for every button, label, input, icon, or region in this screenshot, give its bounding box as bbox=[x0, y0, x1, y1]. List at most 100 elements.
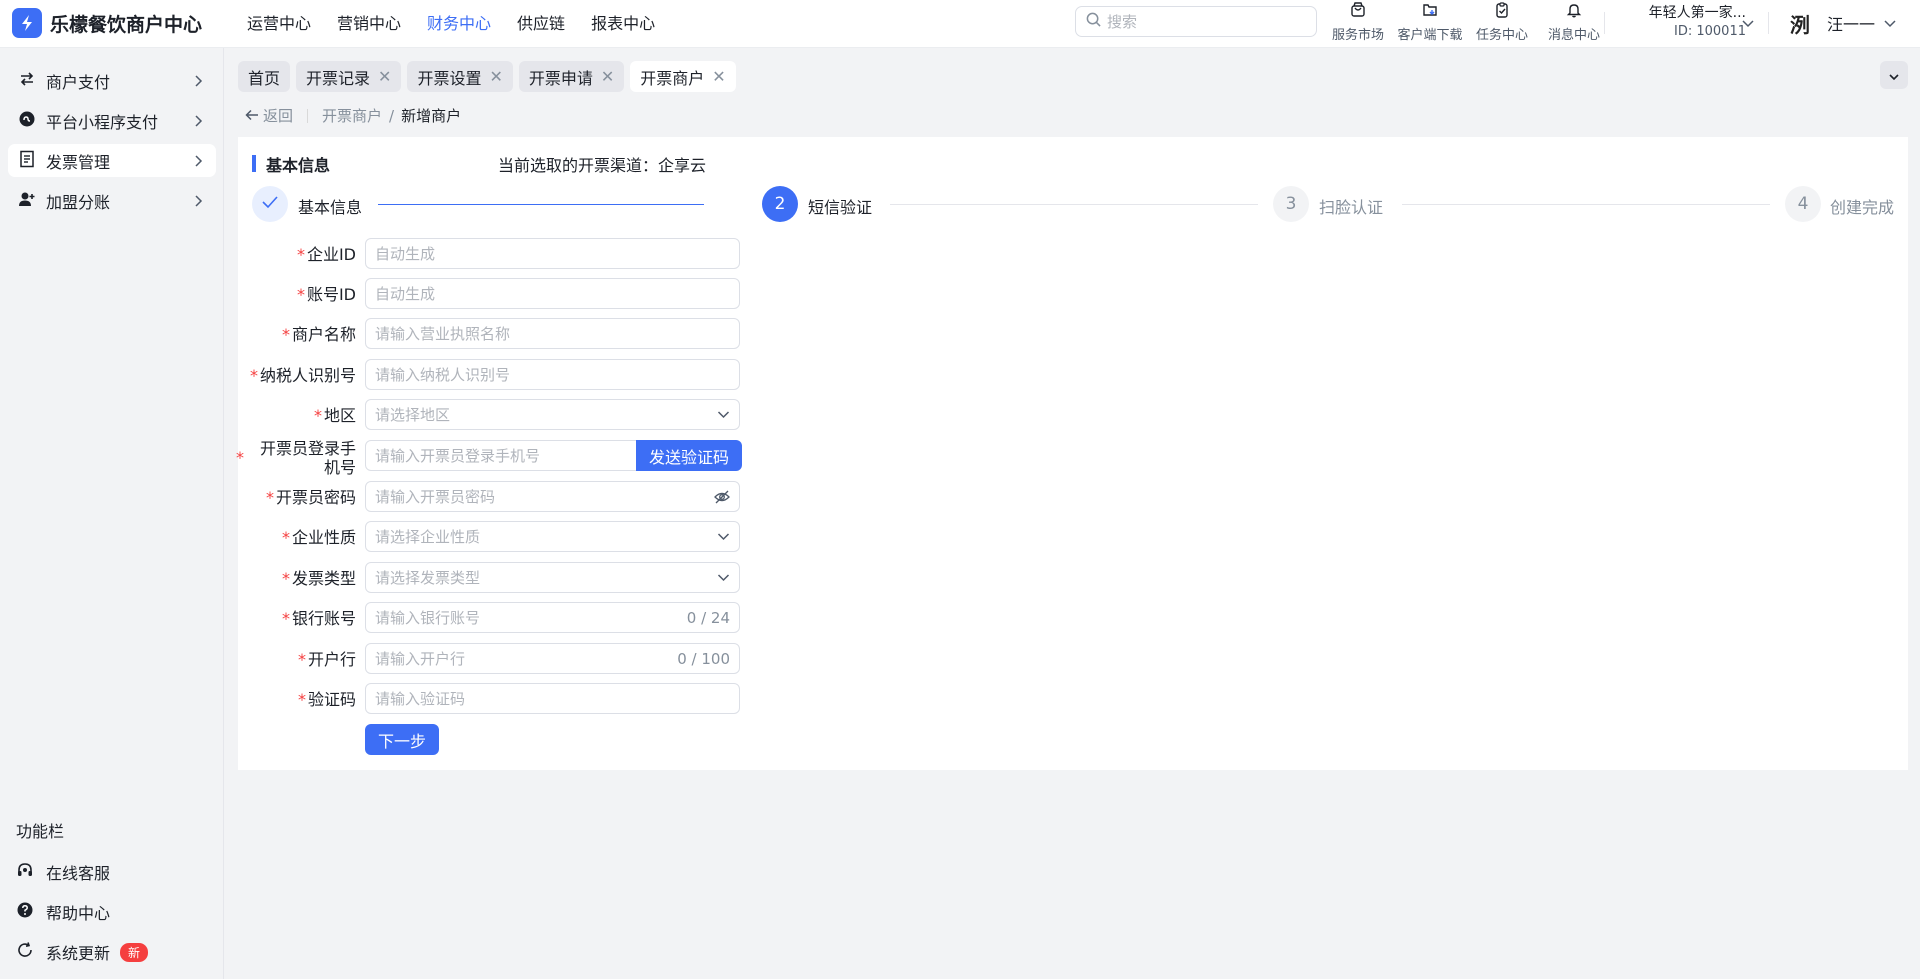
search-input[interactable]: 搜索 bbox=[1075, 6, 1317, 37]
nav-item-marketing[interactable]: 营销中心 bbox=[337, 10, 401, 34]
sidebar-item-invoice-management[interactable]: 发票管理 bbox=[8, 144, 216, 177]
step-4-number: 4 bbox=[1797, 194, 1809, 214]
nav-item-supply-chain[interactable]: 供应链 bbox=[517, 10, 565, 34]
enterprise-id-field[interactable]: 自动生成 bbox=[365, 238, 740, 269]
required-mark: * bbox=[313, 406, 322, 425]
sidebar: 商户支付 平台小程序支付 发票管理 加盟分账 功能栏 在线客服 帮助中心 系统更… bbox=[0, 48, 224, 979]
app-title: 乐檬餐饮商户中心 bbox=[50, 13, 203, 36]
sidebar-item-franchise-split[interactable]: 加盟分账 bbox=[8, 184, 216, 217]
form-label: * 商户名称 bbox=[238, 325, 356, 344]
field-placeholder: 请输入营业执照名称 bbox=[375, 325, 511, 343]
nav-item-reports[interactable]: 报表中心 bbox=[591, 10, 655, 34]
enterprise-nature-select[interactable]: 请选择企业性质 bbox=[365, 521, 740, 552]
tool-task-center[interactable]: 任务中心 bbox=[1466, 2, 1538, 43]
back-button[interactable]: 返回 bbox=[241, 105, 293, 126]
search-icon bbox=[1086, 12, 1101, 31]
tab-invoice-apply[interactable]: 开票申请 ✕ bbox=[518, 61, 625, 92]
tool-label: 客户端下载 bbox=[1397, 28, 1463, 43]
form-label: * 银行账号 bbox=[238, 609, 356, 628]
step-4-label: 创建完成 bbox=[1830, 198, 1895, 217]
user-name: 汪一一 bbox=[1827, 15, 1876, 34]
breadcrumb-parent[interactable]: 开票商户 bbox=[322, 105, 382, 126]
password-field[interactable]: 请输入开票员密码 bbox=[365, 481, 740, 512]
close-icon[interactable]: ✕ bbox=[601, 67, 614, 86]
invoice-type-select[interactable]: 请选择发票类型 bbox=[365, 562, 740, 593]
store-name: 年轻人第一家... bbox=[1648, 5, 1746, 21]
close-icon[interactable]: ✕ bbox=[712, 67, 725, 86]
headset-icon bbox=[16, 861, 34, 883]
label-text: 银行账号 bbox=[291, 609, 356, 628]
login-phone-input[interactable]: 请输入开票员登录手机号 bbox=[365, 440, 637, 471]
tab-invoice-records[interactable]: 开票记录 ✕ bbox=[296, 61, 402, 92]
label-text: 开票员密码 bbox=[275, 488, 356, 507]
sidebar-item-merchant-payment[interactable]: 商户支付 bbox=[8, 64, 216, 97]
divider bbox=[1604, 12, 1605, 34]
form-label: * 开户行 bbox=[238, 650, 356, 669]
merchant-name-field[interactable]: 请输入营业执照名称 bbox=[365, 318, 740, 349]
func-help-center[interactable]: 帮助中心 bbox=[16, 900, 110, 924]
chevron-down-icon bbox=[1888, 66, 1900, 85]
verification-code-field[interactable]: 请输入验证码 bbox=[365, 683, 740, 714]
receipt-icon bbox=[18, 150, 36, 172]
step-line-2 bbox=[890, 204, 1258, 205]
tab-invoice-settings[interactable]: 开票设置 ✕ bbox=[407, 61, 513, 92]
field-placeholder: 请输入银行账号 bbox=[375, 609, 481, 627]
tabs-dropdown-button[interactable] bbox=[1880, 61, 1908, 89]
region-select[interactable]: 请选择地区 bbox=[365, 399, 740, 430]
tab-invoice-merchant[interactable]: 开票商户 ✕ bbox=[630, 61, 736, 92]
tab-home[interactable]: 首页 bbox=[238, 61, 291, 92]
breadcrumb-separator: / bbox=[389, 106, 395, 125]
chevron-down-icon[interactable] bbox=[1741, 14, 1755, 33]
required-mark: * bbox=[236, 448, 244, 467]
mini-program-icon bbox=[18, 110, 36, 132]
bank-name-field[interactable]: 请输入开户行 0 / 100 bbox=[365, 643, 740, 674]
field-placeholder: 请输入开户行 bbox=[375, 650, 466, 668]
field-placeholder: 请输入开票员密码 bbox=[375, 488, 496, 506]
tab-label: 首页 bbox=[248, 68, 281, 88]
search-placeholder: 搜索 bbox=[1107, 13, 1138, 31]
nav-item-operations[interactable]: 运营中心 bbox=[247, 10, 311, 34]
chevron-right-icon bbox=[194, 73, 204, 92]
label-text: 账号ID bbox=[306, 285, 356, 304]
field-placeholder: 请选择地区 bbox=[375, 406, 451, 424]
field-placeholder: 自动生成 bbox=[375, 245, 436, 263]
tool-service-market[interactable]: 服务市场 bbox=[1322, 2, 1394, 43]
close-icon[interactable]: ✕ bbox=[378, 67, 391, 86]
download-folder-icon bbox=[1422, 2, 1438, 22]
store-switcher[interactable]: 年轻人第一家... ID: 100011 bbox=[1618, 2, 1746, 39]
label-text: 企业ID bbox=[306, 245, 356, 264]
account-id-field[interactable]: 自动生成 bbox=[365, 278, 740, 309]
func-online-service[interactable]: 在线客服 bbox=[16, 860, 110, 884]
breadcrumb: 返回 开票商户 / 新增商户 bbox=[241, 105, 461, 126]
step-2-label: 短信验证 bbox=[808, 198, 873, 217]
tool-label: 任务中心 bbox=[1475, 28, 1528, 43]
step-1-circle bbox=[252, 186, 288, 222]
nav-item-finance[interactable]: 财务中心 bbox=[427, 10, 491, 34]
char-count: 0 / 24 bbox=[686, 608, 730, 627]
app-logo[interactable]: 乐檬餐饮商户中心 bbox=[12, 8, 202, 38]
field-placeholder: 自动生成 bbox=[375, 285, 436, 303]
next-step-button[interactable]: 下一步 bbox=[365, 724, 439, 755]
required-mark: * bbox=[297, 650, 306, 669]
eye-off-icon[interactable] bbox=[714, 490, 730, 504]
close-icon[interactable]: ✕ bbox=[489, 67, 502, 86]
tool-client-download[interactable]: 客户端下载 bbox=[1394, 2, 1466, 43]
tool-message-center[interactable]: 消息中心 bbox=[1538, 2, 1610, 43]
func-system-update[interactable]: 系统更新 新 bbox=[16, 940, 149, 964]
required-mark: * bbox=[281, 569, 290, 588]
required-mark: * bbox=[281, 528, 290, 547]
taxpayer-id-field[interactable]: 请输入纳税人识别号 bbox=[365, 359, 740, 390]
form-label: * 验证码 bbox=[238, 690, 356, 709]
func-label: 系统更新 bbox=[46, 944, 111, 963]
step-3-label: 扫脸认证 bbox=[1319, 198, 1384, 217]
user-menu[interactable]: 洌 汪一一 bbox=[1785, 8, 1897, 38]
sidebar-item-mini-program-payment[interactable]: 平台小程序支付 bbox=[8, 104, 216, 137]
func-label: 在线客服 bbox=[46, 864, 111, 883]
section-title: 基本信息 bbox=[266, 156, 331, 175]
label-text: 商户名称 bbox=[291, 325, 356, 344]
form-label: * 开票员登录手机号 bbox=[236, 439, 356, 477]
page-tabs: 首页 开票记录 ✕ 开票设置 ✕ 开票申请 ✕ 开票商户 ✕ bbox=[238, 61, 742, 92]
send-code-button[interactable]: 发送验证码 bbox=[636, 440, 742, 471]
bank-account-field[interactable]: 请输入银行账号 0 / 24 bbox=[365, 602, 740, 633]
label-text: 地区 bbox=[323, 406, 356, 425]
